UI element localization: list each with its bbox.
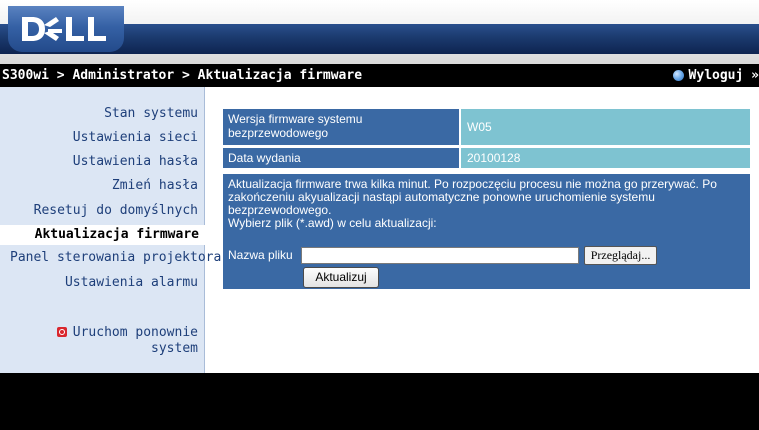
sidebar: Stan systemu Ustawienia sieci Ustawienia… <box>0 87 221 373</box>
sidebar-item-password-settings[interactable]: Ustawienia hasła <box>73 154 198 169</box>
sidebar-item-projector-control[interactable]: Panel sterowania projektora <box>10 250 221 265</box>
sidebar-item-reset-defaults[interactable]: Resetuj do domyślnych <box>34 203 198 218</box>
firmware-panel: Wersja firmware systemu bezprzewodowego … <box>223 109 750 289</box>
breadcrumb: S300wi > Administrator > Aktualizacja fi… <box>2 68 363 83</box>
header <box>0 0 759 64</box>
main-area: Stan systemu Ustawienia sieci Ustawienia… <box>0 87 759 373</box>
update-info-block: Aktualizacja firmware trwa kilka minut. … <box>223 174 750 289</box>
sidebar-item-system-status[interactable]: Stan systemu <box>104 106 198 121</box>
file-row: Nazwa pliku Przeglądaj... <box>228 246 658 265</box>
footer <box>0 373 759 430</box>
logout-icon <box>672 70 684 81</box>
release-date-value: 20100128 <box>461 148 750 168</box>
browse-button[interactable]: Przeglądaj... <box>583 246 658 265</box>
logout-label: Wyloguj » <box>688 68 759 83</box>
sidebar-item-firmware-update[interactable]: Aktualizacja firmware <box>0 225 205 245</box>
file-name-input[interactable] <box>300 247 579 264</box>
power-icon <box>56 327 67 337</box>
restart-label-line1: Uruchom ponownie <box>72 325 198 340</box>
firmware-version-label: Wersja firmware systemu bezprzewodowego <box>223 109 459 145</box>
logout-link[interactable]: Wyloguj » <box>672 64 759 87</box>
sidebar-item-alarm-settings[interactable]: Ustawienia alarmu <box>65 275 198 290</box>
breadcrumb-bar: S300wi > Administrator > Aktualizacja fi… <box>0 64 759 87</box>
restart-system-link[interactable]: Uruchom ponownie system <box>56 325 198 357</box>
dell-logo-icon <box>22 17 106 41</box>
sidebar-item-change-password[interactable]: Zmień hasła <box>112 178 198 193</box>
file-name-label: Nazwa pliku <box>228 248 293 262</box>
sidebar-item-network-settings[interactable]: Ustawienia sieci <box>73 130 198 145</box>
firmware-version-value: W05 <box>461 109 750 145</box>
firmware-version-label-line2: bezprzewodowego <box>228 126 329 140</box>
release-date-label: Data wydania <box>223 148 459 168</box>
update-button[interactable]: Aktualizuj <box>303 267 379 288</box>
info-text-line4: Wybierz plik (*.awd) w celu aktualizacji… <box>228 216 437 230</box>
restart-label-line2: system <box>151 341 198 356</box>
firmware-version-label-line1: Wersja firmware systemu <box>228 112 363 126</box>
dell-logo <box>8 6 124 52</box>
